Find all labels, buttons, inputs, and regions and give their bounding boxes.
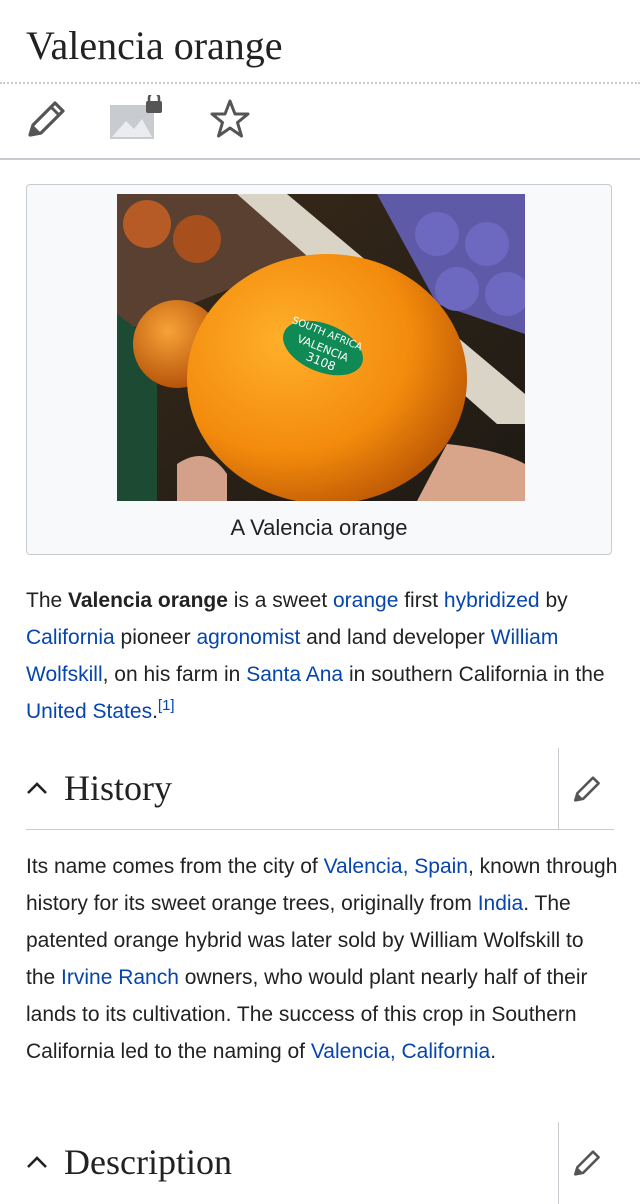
page-title: Valencia orange (26, 23, 283, 68)
link-santa-ana[interactable]: Santa Ana (246, 663, 343, 686)
pencil-icon (573, 776, 600, 802)
intro-paragraph: The Valencia orange is a sweet orange fi… (26, 589, 605, 723)
reference-link[interactable]: [1] (158, 697, 175, 714)
link-hybridized[interactable]: hybridized (444, 589, 540, 612)
pencil-icon (573, 1150, 600, 1176)
link-valencia-california[interactable]: Valencia, California (311, 1040, 490, 1063)
title-divider (0, 82, 640, 84)
section-edit-button[interactable] (558, 748, 614, 830)
orange-photo[interactable]: SOUTH AFRICA VALENCIA 3108 (117, 194, 525, 501)
chevron-up-icon (27, 782, 47, 794)
link-orange[interactable]: orange (333, 589, 398, 612)
section-title: Description (64, 1142, 232, 1182)
link-valencia-spain[interactable]: Valencia, Spain (324, 855, 468, 878)
link-irvine-ranch[interactable]: Irvine Ranch (61, 966, 179, 989)
infobox-image: SOUTH AFRICA VALENCIA 3108 A Valencia or… (26, 184, 612, 555)
section-history-header[interactable]: History (26, 748, 614, 830)
section-title: History (64, 768, 172, 808)
history-paragraph: Its name comes from the city of Valencia… (26, 855, 618, 1063)
watch-button[interactable] (206, 95, 254, 143)
pencil-icon (28, 101, 65, 137)
bold-term: Valencia orange (68, 589, 228, 612)
link-agronomist[interactable]: agronomist (196, 626, 300, 649)
edit-button[interactable] (24, 95, 72, 143)
page-actions-toolbar (0, 91, 640, 157)
section-description-header[interactable]: Description (26, 1122, 614, 1204)
section-edit-button[interactable] (558, 1122, 614, 1204)
upload-image-button[interactable] (108, 91, 168, 143)
image-locked-icon (110, 91, 162, 139)
chevron-up-icon (27, 1156, 47, 1168)
orange-photo-graphic: SOUTH AFRICA VALENCIA 3108 (117, 194, 525, 501)
image-caption: A Valencia orange (230, 515, 408, 540)
toolbar-divider (0, 158, 640, 160)
link-india[interactable]: India (478, 892, 524, 915)
link-united-states[interactable]: United States (26, 700, 152, 723)
link-california[interactable]: California (26, 626, 115, 649)
star-icon (210, 99, 250, 138)
